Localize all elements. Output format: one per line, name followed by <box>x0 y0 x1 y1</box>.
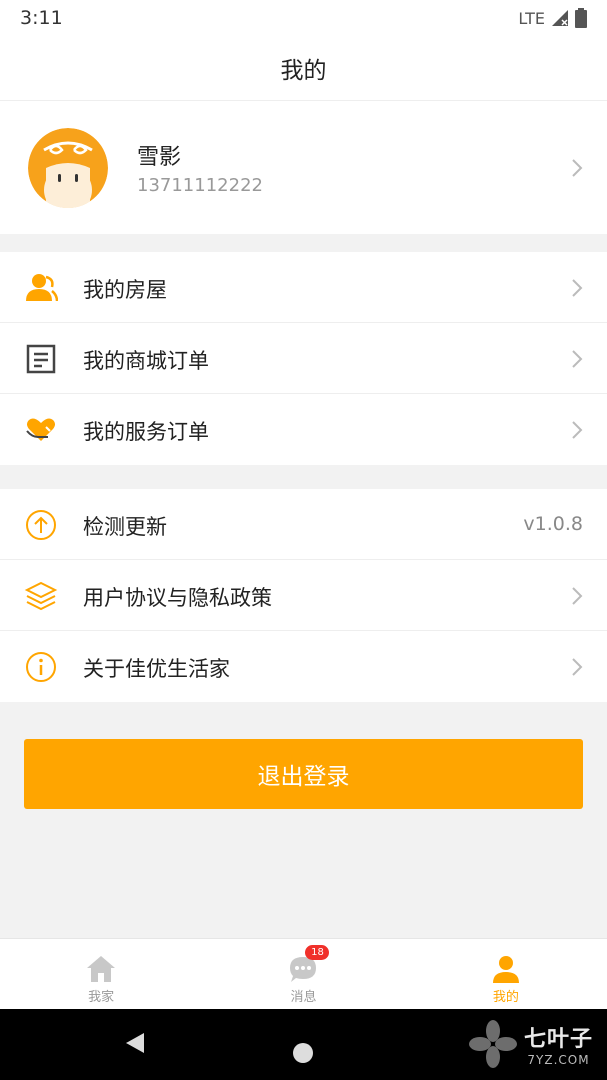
menu-item-label: 我的商城订单 <box>83 349 209 373</box>
status-bar: 3:11 LTE <box>0 0 607 36</box>
menu-item-label: 我的房屋 <box>83 278 167 302</box>
status-time: 3:11 <box>20 7 63 29</box>
status-icons: LTE <box>518 8 587 28</box>
chevron-right-icon <box>572 279 583 297</box>
avatar[interactable] <box>28 128 108 208</box>
menu-item-user-agreement[interactable]: 用户协议与隐私政策 <box>0 560 607 631</box>
home-button[interactable] <box>293 1043 313 1063</box>
menu-item-label: 关于佳优生活家 <box>83 657 230 681</box>
menu-item-label: 用户协议与隐私政策 <box>83 586 272 610</box>
profile-card[interactable]: 雪影 13711112222 <box>0 101 607 234</box>
layers-icon <box>24 581 58 611</box>
order-list-icon <box>26 344 56 374</box>
network-label: LTE <box>518 8 545 28</box>
menu-group-app: 检测更新 v1.0.8 用户协议与隐私政策 关于佳优生活家 <box>0 489 607 702</box>
watermark: 七叶子 7YZ.COM <box>468 1019 593 1069</box>
tab-home[interactable]: 我家 <box>0 939 202 1009</box>
watermark-cn: 七叶子 <box>523 1027 593 1052</box>
battery-icon <box>575 8 587 28</box>
chevron-right-icon <box>572 658 583 676</box>
chevron-right-icon <box>572 350 583 368</box>
menu-item-check-update[interactable]: 检测更新 v1.0.8 <box>0 489 607 560</box>
home-icon <box>87 956 116 982</box>
avatar-monkey-icon <box>28 128 108 208</box>
arrow-up-circle-icon <box>26 510 56 540</box>
tab-label: 我家 <box>88 990 115 1005</box>
menu-item-label: 我的服务订单 <box>83 420 209 444</box>
person-icon <box>492 956 519 983</box>
heart-hand-icon <box>26 418 55 441</box>
logout-button[interactable]: 退出登录 <box>24 739 583 809</box>
title-bar: 我的 <box>0 36 607 101</box>
chevron-right-icon <box>572 421 583 439</box>
message-count-badge: 18 <box>305 945 330 960</box>
menu-item-about[interactable]: 关于佳优生活家 <box>0 631 607 702</box>
profile-phone: 13711112222 <box>137 175 263 196</box>
page-title: 我的 <box>280 58 327 84</box>
menu-group-account: 我的房屋 我的商城订单 我的服务订单 <box>0 252 607 465</box>
tab-label: 消息 <box>290 990 317 1005</box>
info-icon <box>26 652 56 682</box>
menu-item-my-house[interactable]: 我的房屋 <box>0 252 607 323</box>
back-icon[interactable] <box>124 1031 146 1055</box>
menu-item-mall-orders[interactable]: 我的商城订单 <box>0 323 607 394</box>
bottom-tab-bar: 我家 18 消息 我的 <box>0 938 607 1009</box>
house-person-icon <box>26 274 58 302</box>
tab-label: 我的 <box>492 990 519 1005</box>
leaf-logo-icon <box>468 1020 517 1068</box>
app-version: v1.0.8 <box>523 513 583 535</box>
tab-profile[interactable]: 我的 <box>405 939 607 1009</box>
signal-icon <box>552 10 568 26</box>
watermark-en: 7YZ.COM <box>527 1053 590 1067</box>
system-nav-bar: 七叶子 7YZ.COM <box>0 1009 607 1080</box>
chevron-right-icon <box>572 587 583 605</box>
profile-name: 雪影 <box>137 145 182 170</box>
chevron-right-icon <box>572 159 583 177</box>
tab-messages[interactable]: 18 消息 <box>202 939 404 1009</box>
menu-item-label: 检测更新 <box>83 515 167 539</box>
menu-item-service-orders[interactable]: 我的服务订单 <box>0 394 607 465</box>
